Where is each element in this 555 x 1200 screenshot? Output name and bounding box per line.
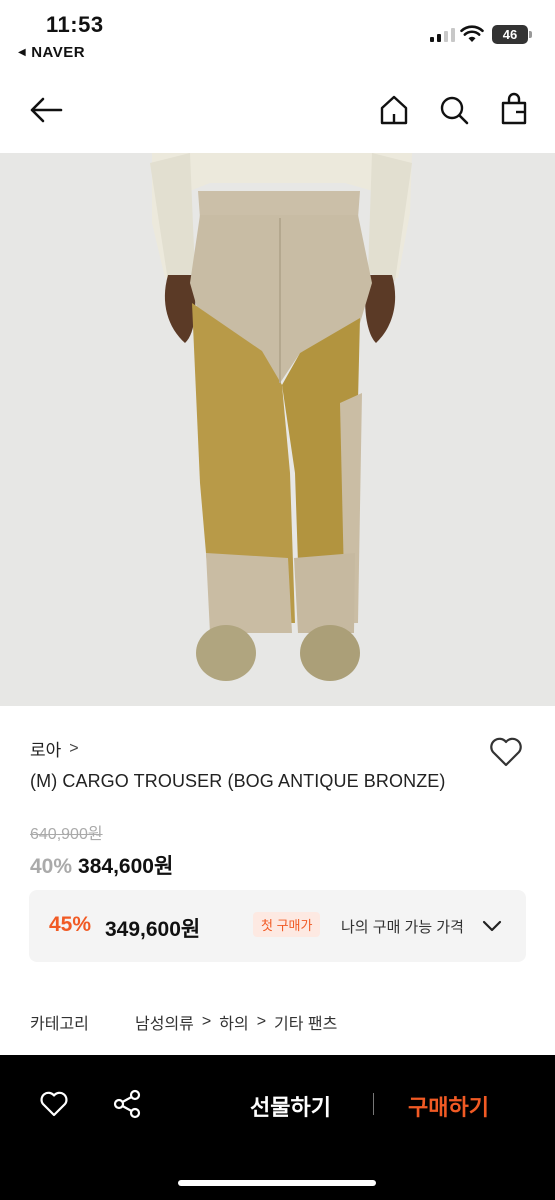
- category-item[interactable]: 기타 팬츠: [274, 1010, 337, 1034]
- original-price: 640,900원: [30, 826, 103, 843]
- my-price-label: 나의 구매 가능 가격: [341, 919, 464, 936]
- wifi-icon: [460, 25, 484, 42]
- share-icon[interactable]: [111, 1088, 143, 1120]
- product-image[interactable]: [0, 153, 555, 706]
- top-navigation: [0, 78, 555, 142]
- status-time: 11:53: [46, 12, 104, 37]
- gift-button[interactable]: 선물하기: [250, 1090, 331, 1122]
- category-label: 카테고리: [30, 1016, 89, 1033]
- back-to-app-link[interactable]: ◀ NAVER: [18, 44, 85, 61]
- brand-link[interactable]: 로아 >: [30, 736, 79, 761]
- my-price-dropdown[interactable]: 45% 349,600원 첫 구매가 나의 구매 가능 가격: [29, 890, 526, 962]
- my-price: 349,600원: [105, 918, 201, 941]
- discount-percent: 40%: [30, 855, 73, 878]
- chevron-right-icon: >: [201, 1013, 212, 1030]
- chevron-down-icon[interactable]: [481, 915, 503, 937]
- product-name: (M) CARGO TROUSER (BOG ANTIQUE BRONZE): [30, 771, 446, 791]
- back-triangle-icon: ◀: [18, 47, 27, 58]
- category-breadcrumb: 남성의류 > 하의 > 기타 팬츠: [135, 1010, 337, 1034]
- cargo-trouser-illustration: [0, 153, 555, 706]
- home-indicator[interactable]: [178, 1180, 376, 1186]
- brand-name: 로아: [30, 741, 62, 760]
- chevron-right-icon: >: [69, 739, 79, 757]
- chevron-right-icon: >: [256, 1013, 267, 1030]
- heart-icon[interactable]: [487, 733, 525, 771]
- shopping-bag-icon[interactable]: [496, 92, 532, 128]
- search-icon[interactable]: [436, 92, 472, 128]
- home-icon[interactable]: [376, 92, 412, 128]
- cellular-signal-icon: [430, 28, 455, 42]
- status-bar: 11:53 ◀ NAVER 46: [0, 0, 555, 70]
- sale-price: 384,600원: [78, 855, 174, 878]
- buy-button[interactable]: 구매하기: [408, 1090, 489, 1122]
- battery-tip: [529, 31, 532, 38]
- heart-icon[interactable]: [38, 1088, 70, 1120]
- category-item[interactable]: 남성의류: [135, 1010, 194, 1034]
- divider: [373, 1093, 374, 1115]
- category-item[interactable]: 하의: [219, 1010, 248, 1034]
- battery-icon: 46: [492, 25, 528, 44]
- my-discount-percent: 45%: [49, 913, 92, 936]
- back-arrow-icon[interactable]: [26, 92, 66, 128]
- first-purchase-badge: 첫 구매가: [253, 912, 321, 937]
- sale-price-row: 40% 384,600원: [30, 850, 173, 880]
- back-app-label: NAVER: [31, 44, 86, 61]
- bottom-action-bar: 선물하기 구매하기: [0, 1055, 555, 1200]
